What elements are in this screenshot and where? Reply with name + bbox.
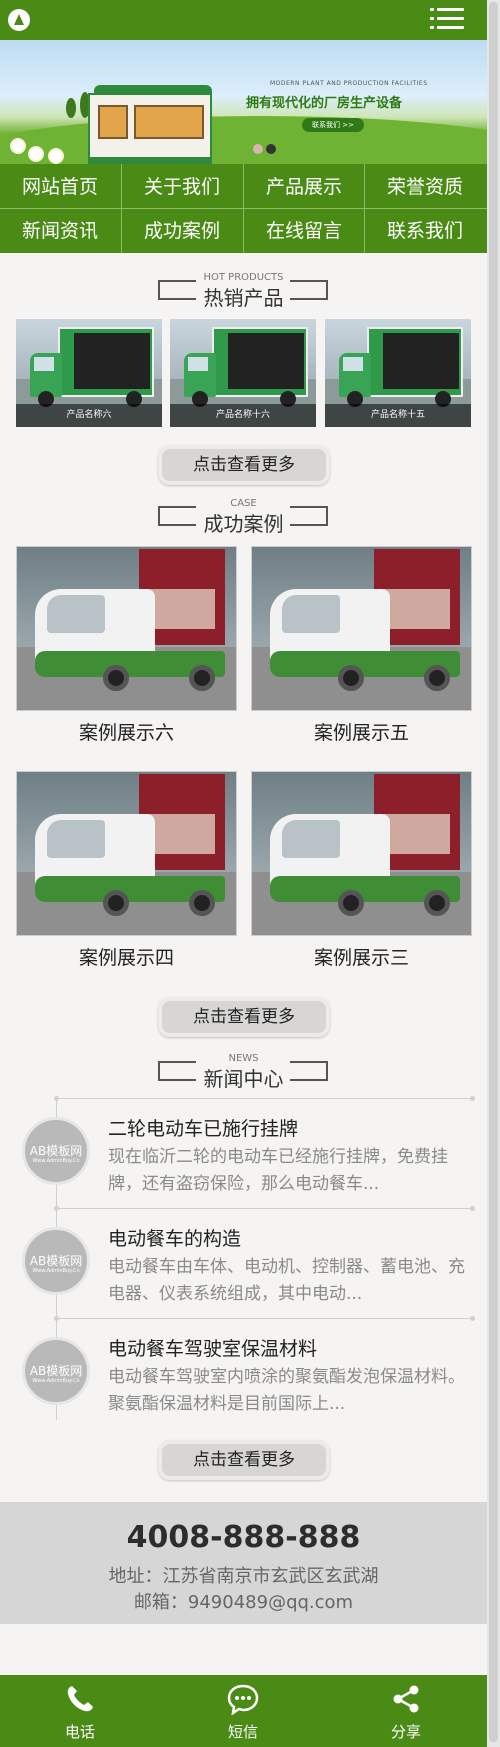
product-card[interactable]: 产品名称十六: [170, 319, 316, 427]
thumb-subtext: Www.AdminBuy.Cn: [32, 1378, 80, 1384]
nav-item-cases[interactable]: 成功案例: [122, 210, 242, 252]
nav-item-honors[interactable]: 荣誉资质: [365, 166, 485, 208]
section-title-cn: 热销产品: [203, 286, 284, 310]
case-card[interactable]: [251, 771, 472, 936]
footer-label: 短信: [227, 1723, 258, 1741]
thumb-subtext: Www.AdminBuy.Cn: [32, 1268, 80, 1274]
top-bar: [0, 0, 487, 40]
thumb-text: AB模板网: [29, 1364, 83, 1378]
case-title[interactable]: 案例展示三: [251, 943, 472, 970]
case-title[interactable]: 案例展示六: [16, 718, 237, 745]
contact-panel: 4008-888-888 地址：江苏省南京市玄武区玄武湖 邮箱：9490489@…: [0, 1502, 487, 1624]
menu-icon[interactable]: [430, 6, 464, 32]
section-title-cn: 成功案例: [203, 512, 284, 536]
logo-icon[interactable]: [8, 9, 30, 31]
products-more-button[interactable]: 点击查看更多: [158, 445, 330, 485]
section-title-cn: 新闻中心: [203, 1067, 284, 1091]
nav-item-message[interactable]: 在线留言: [244, 210, 364, 252]
news-summary: 现在临沂二轮的电动车已经施行挂牌，免费挂牌，还有盗窃保险，那么电动餐车...: [108, 1147, 448, 1194]
news-more-button[interactable]: 点击查看更多: [158, 1440, 330, 1480]
product-card[interactable]: 产品名称六: [16, 319, 162, 427]
news-divider: [54, 1096, 475, 1101]
scrollbar[interactable]: [487, 0, 500, 1747]
case-card[interactable]: [16, 771, 237, 936]
carousel-dot[interactable]: [253, 144, 263, 154]
product-card[interactable]: 产品名称十五: [325, 319, 471, 427]
news-thumbnail[interactable]: AB模板网 Www.AdminBuy.Cn: [22, 1117, 90, 1185]
case-card[interactable]: [251, 546, 472, 711]
case-title[interactable]: 案例展示五: [251, 718, 472, 745]
banner-headline: 拥有现代化的厂房生产设备: [246, 96, 403, 111]
phone-icon: [67, 1686, 93, 1712]
case-title[interactable]: 案例展示四: [16, 943, 237, 970]
hotline-number[interactable]: 4008-888-888: [0, 1520, 487, 1555]
share-icon: [393, 1685, 419, 1713]
case-card[interactable]: [16, 546, 237, 711]
banner-hill: [0, 116, 487, 164]
news-thumbnail[interactable]: AB模板网 Www.AdminBuy.Cn: [22, 1337, 90, 1405]
section-title-hot-products: HOT PRODUCTS 热销产品: [0, 272, 487, 312]
banner-food-truck: [88, 85, 216, 164]
product-name: 产品名称六: [16, 404, 162, 427]
news-divider: [54, 1206, 475, 1211]
nav-item-news[interactable]: 新闻资讯: [0, 210, 120, 252]
banner-subtitle: MODERN PLANT AND PRODUCTION FACILITIES: [270, 80, 428, 87]
footer-call-button[interactable]: 电话: [20, 1675, 140, 1747]
nav-item-home[interactable]: 网站首页: [0, 166, 120, 208]
news-summary: 电动餐车驾驶室内喷涂的聚氨酯发泡保温材料。 聚氨酯保温材料是目前国际上...: [108, 1367, 465, 1414]
news-summary: 电动餐车由车体、电动机、控制器、蓄电池、充电器、仪表系统组成，其中电动...: [108, 1257, 465, 1304]
banner-contact-button[interactable]: 联系我们 >>: [302, 118, 364, 132]
nav-item-about[interactable]: 关于我们: [122, 166, 242, 208]
cases-more-button[interactable]: 点击查看更多: [158, 997, 330, 1037]
thumb-subtext: Www.AdminBuy.Cn: [32, 1158, 80, 1164]
news-title[interactable]: 电动餐车驾驶室保温材料: [108, 1334, 317, 1361]
carousel-dot-active[interactable]: [266, 144, 276, 154]
section-title-news: NEWS 新闻中心: [0, 1053, 487, 1093]
banner-flower: [12, 140, 24, 152]
company-email[interactable]: 邮箱：9490489@qq.com: [0, 1588, 487, 1614]
news-thumbnail[interactable]: AB模板网 Www.AdminBuy.Cn: [22, 1227, 90, 1295]
company-address: 地址：江苏省南京市玄武区玄武湖: [108, 1566, 379, 1587]
banner-flower: [50, 150, 62, 162]
hero-banner[interactable]: MODERN PLANT AND PRODUCTION FACILITIES 拥…: [0, 40, 487, 164]
nav-item-products[interactable]: 产品展示: [244, 166, 364, 208]
bottom-toolbar: 电话 短信 分享: [0, 1675, 487, 1747]
thumb-text: AB模板网: [29, 1144, 83, 1158]
product-name: 产品名称十五: [325, 404, 471, 427]
banner-tree: [66, 98, 76, 118]
footer-label: 电话: [64, 1723, 95, 1741]
banner-flower: [30, 148, 42, 160]
news-title[interactable]: 二轮电动车已施行挂牌: [108, 1114, 298, 1141]
nav-item-contact[interactable]: 联系我们: [365, 210, 485, 252]
scrollbar-thumb[interactable]: [489, 2, 498, 1742]
news-divider: [54, 1316, 475, 1321]
page: MODERN PLANT AND PRODUCTION FACILITIES 拥…: [0, 0, 487, 1747]
product-name: 产品名称十六: [170, 404, 316, 427]
thumb-text: AB模板网: [29, 1254, 83, 1268]
footer-label: 分享: [390, 1723, 421, 1741]
message-icon: [227, 1684, 259, 1715]
footer-share-button[interactable]: 分享: [346, 1675, 466, 1747]
footer-sms-button[interactable]: 短信: [183, 1675, 303, 1747]
section-title-cases: CASE 成功案例: [0, 498, 487, 538]
news-title[interactable]: 电动餐车的构造: [108, 1224, 241, 1251]
